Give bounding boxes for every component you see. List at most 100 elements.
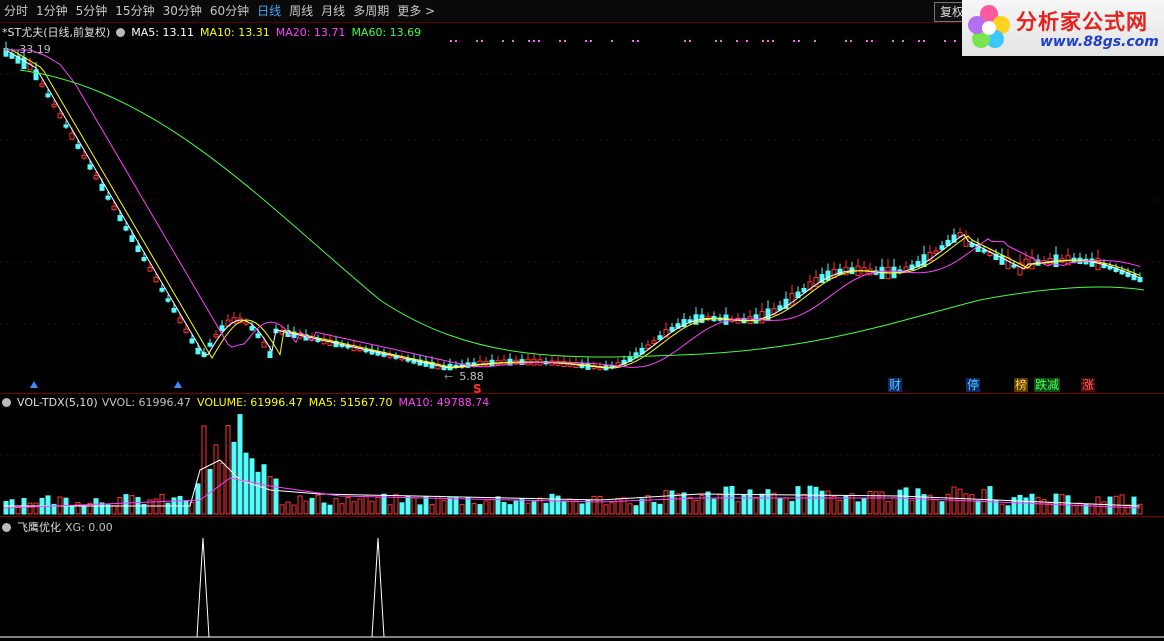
candle-body	[921, 254, 927, 267]
indicator-value: MA5: 51567.70	[308, 396, 393, 409]
tab-4[interactable]: 30分钟	[159, 0, 206, 22]
volume-bar	[507, 504, 513, 515]
volume-bar	[639, 498, 645, 515]
settings-circle-icon[interactable]	[116, 28, 126, 37]
flower-logo-icon	[968, 5, 1010, 48]
volume-bar	[303, 500, 309, 515]
volume-bar	[123, 494, 129, 515]
candle-body	[51, 103, 57, 108]
candle-body	[939, 245, 945, 250]
signal-dot	[564, 40, 566, 42]
xg-indicators: XG: 0.00	[65, 521, 119, 534]
xg-name[interactable]: 飞鹰优化	[17, 521, 61, 534]
volume-bar	[993, 500, 999, 515]
candle-body	[117, 215, 123, 222]
tab-2[interactable]: 5分钟	[72, 0, 112, 22]
volume-bar	[177, 495, 183, 515]
volume-bar	[603, 504, 609, 515]
event-badge[interactable]: 涨	[1081, 378, 1096, 392]
candle-body	[645, 344, 651, 349]
volume-bar	[897, 489, 903, 515]
logo-url: www.88gs.com	[1040, 34, 1159, 50]
volume-bar	[837, 499, 843, 515]
stock-name[interactable]: *ST尤夫(日线,前复权)	[2, 26, 110, 39]
vol-divider	[0, 393, 1164, 394]
signal-dot	[481, 40, 483, 42]
signal-dot	[611, 40, 613, 42]
candle-body	[213, 333, 219, 338]
tab-9[interactable]: 多周期	[349, 0, 393, 22]
volume-bar	[27, 502, 33, 515]
volume-bar	[45, 495, 51, 515]
volume-bar	[183, 500, 189, 515]
tab-8[interactable]: 月线	[317, 0, 349, 22]
candle-body	[111, 205, 117, 211]
volume-bar	[561, 500, 567, 515]
volume-bar	[831, 495, 837, 515]
volume-bar	[363, 494, 369, 515]
event-badge[interactable]: 财	[888, 378, 903, 392]
candle-body	[171, 307, 177, 313]
volume-bar	[783, 497, 789, 515]
candle-body	[141, 257, 147, 262]
volume-bar	[879, 491, 885, 515]
volume-bar	[201, 425, 207, 515]
volume-bar	[975, 500, 981, 515]
buy-arrow-icon	[30, 381, 38, 388]
volume-bar	[159, 493, 165, 515]
volume-bar	[855, 501, 861, 515]
vol-panel-title: VOL-TDX(5,10) VVOL: 61996.47 VOLUME: 61996…	[2, 396, 501, 409]
volume-bar	[525, 502, 531, 515]
volume-bar	[693, 499, 699, 515]
volume-bar	[213, 444, 219, 515]
signal-dot	[559, 40, 561, 42]
volume-bar	[249, 458, 255, 515]
tab-0[interactable]: 分时	[0, 0, 32, 22]
volume-bar	[357, 498, 363, 515]
volume-bar	[885, 501, 891, 515]
volume-bar	[681, 492, 687, 515]
volume-bar	[81, 505, 87, 515]
volume-bar	[729, 485, 735, 515]
signal-dot	[585, 40, 587, 42]
event-badge[interactable]: 停	[966, 378, 981, 392]
tab-10[interactable]: 更多 >	[393, 0, 439, 22]
volume-bar	[1029, 493, 1035, 515]
volume-bar	[351, 501, 357, 515]
volume-bar	[597, 495, 603, 515]
signal-dot	[866, 40, 868, 42]
event-badge[interactable]: 榜	[1014, 378, 1029, 392]
volume-bar	[939, 501, 945, 515]
tab-6[interactable]: 日线	[253, 0, 285, 22]
event-badge[interactable]: 跌减	[1034, 378, 1061, 392]
candle-body	[195, 347, 201, 355]
volume-bar	[513, 500, 519, 515]
candle-body	[1137, 277, 1143, 283]
tab-7[interactable]: 周线	[285, 0, 317, 22]
kline-chart[interactable]	[0, 0, 1164, 641]
volume-bar	[441, 499, 447, 515]
xg-panel-title: 飞鹰优化 XG: 0.00	[2, 519, 125, 535]
ma10-line	[4, 49, 1141, 369]
main-panel-title: *ST尤夫(日线,前复权) MA5: 13.11 MA10: 13.31 MA20: …	[2, 24, 433, 40]
tab-3[interactable]: 15分钟	[111, 0, 158, 22]
candle-body	[63, 124, 69, 128]
vol-name[interactable]: VOL-TDX(5,10)	[17, 396, 98, 409]
candle-body	[81, 154, 87, 159]
volume-bar	[459, 503, 465, 515]
candle-body	[243, 321, 249, 325]
indicator-value: MA5: 13.11	[131, 26, 194, 39]
volume-bar	[267, 476, 273, 515]
ma20-line	[4, 49, 1141, 368]
candle-body	[981, 249, 987, 253]
tab-5[interactable]: 60分钟	[206, 0, 253, 22]
volume-bar	[717, 493, 723, 515]
volume-bar	[933, 499, 939, 515]
signal-dot	[793, 40, 795, 42]
signal-dot	[455, 40, 457, 42]
candle-body	[75, 144, 81, 149]
volume-bar	[723, 486, 729, 515]
settings-circle-icon[interactable]	[2, 523, 11, 532]
settings-circle-icon[interactable]	[2, 398, 11, 407]
tab-1[interactable]: 1分钟	[32, 0, 72, 22]
